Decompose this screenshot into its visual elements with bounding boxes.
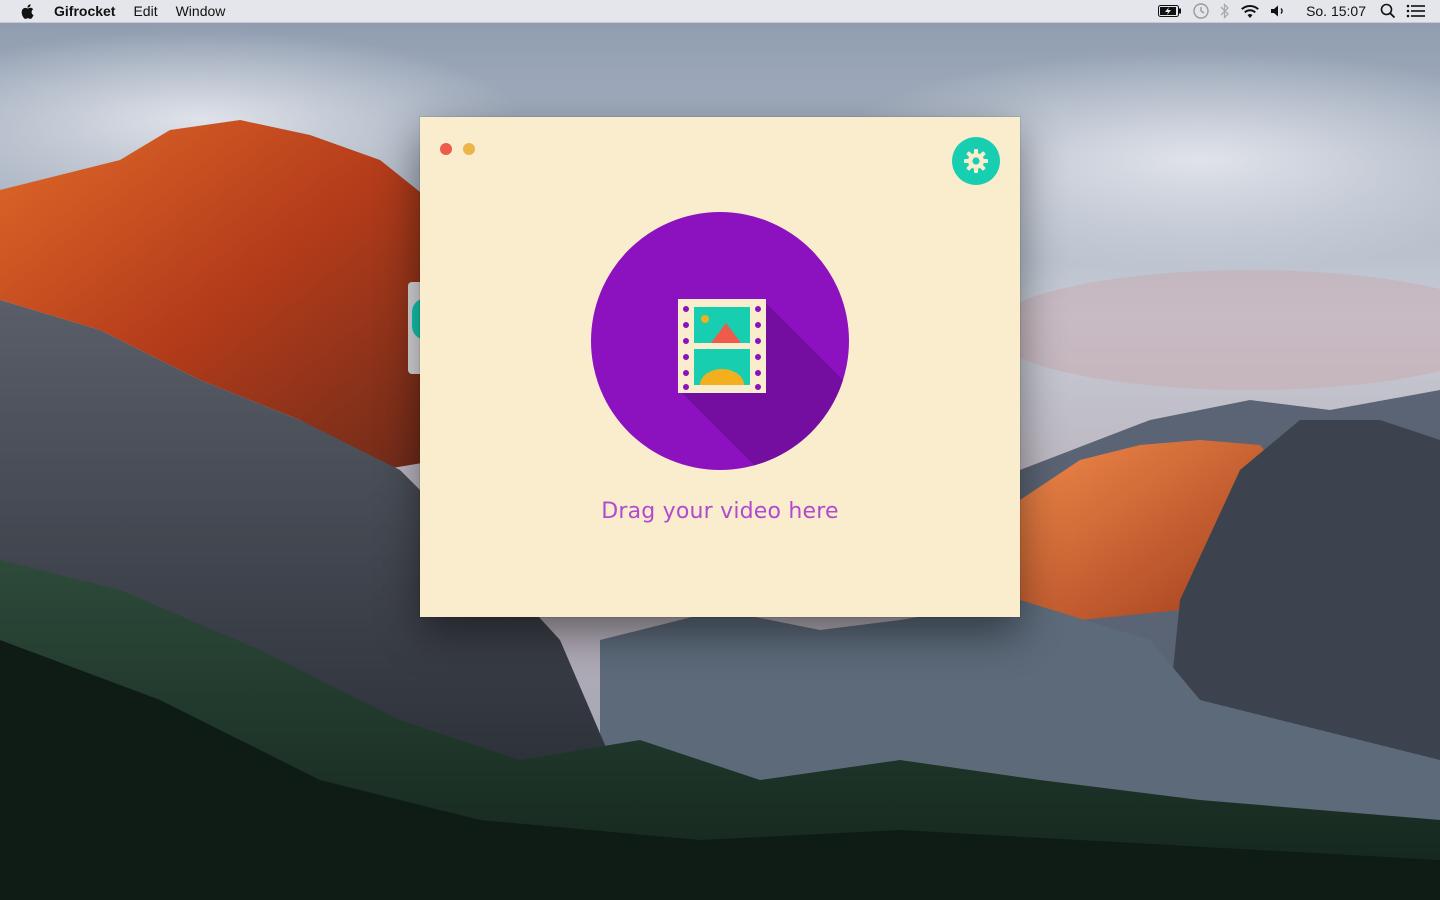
menu-bar: Gifrocket Edit Window So. 15:07 — [0, 0, 1440, 23]
wifi-icon[interactable] — [1240, 0, 1260, 22]
menu-window[interactable]: Window — [176, 0, 226, 22]
film-strip-icon — [678, 299, 766, 393]
drop-instruction: Drag your video here — [601, 499, 839, 524]
apple-menu-icon[interactable] — [20, 3, 34, 20]
video-drop-zone[interactable] — [591, 212, 849, 470]
minimize-button[interactable] — [463, 143, 475, 155]
volume-icon[interactable] — [1270, 0, 1288, 22]
spotlight-search-icon[interactable] — [1380, 0, 1396, 22]
notification-center-icon[interactable] — [1406, 0, 1426, 22]
settings-button[interactable] — [952, 137, 1000, 185]
gear-icon — [963, 148, 989, 174]
close-button[interactable] — [440, 143, 452, 155]
bluetooth-icon[interactable] — [1220, 0, 1230, 22]
battery-charging-icon[interactable] — [1158, 0, 1182, 22]
gifrocket-window: Drag your video here — [420, 117, 1020, 617]
menu-edit[interactable]: Edit — [133, 0, 157, 22]
menu-app-name[interactable]: Gifrocket — [54, 0, 115, 22]
time-machine-icon[interactable] — [1192, 0, 1210, 22]
menu-clock[interactable]: So. 15:07 — [1306, 0, 1366, 22]
